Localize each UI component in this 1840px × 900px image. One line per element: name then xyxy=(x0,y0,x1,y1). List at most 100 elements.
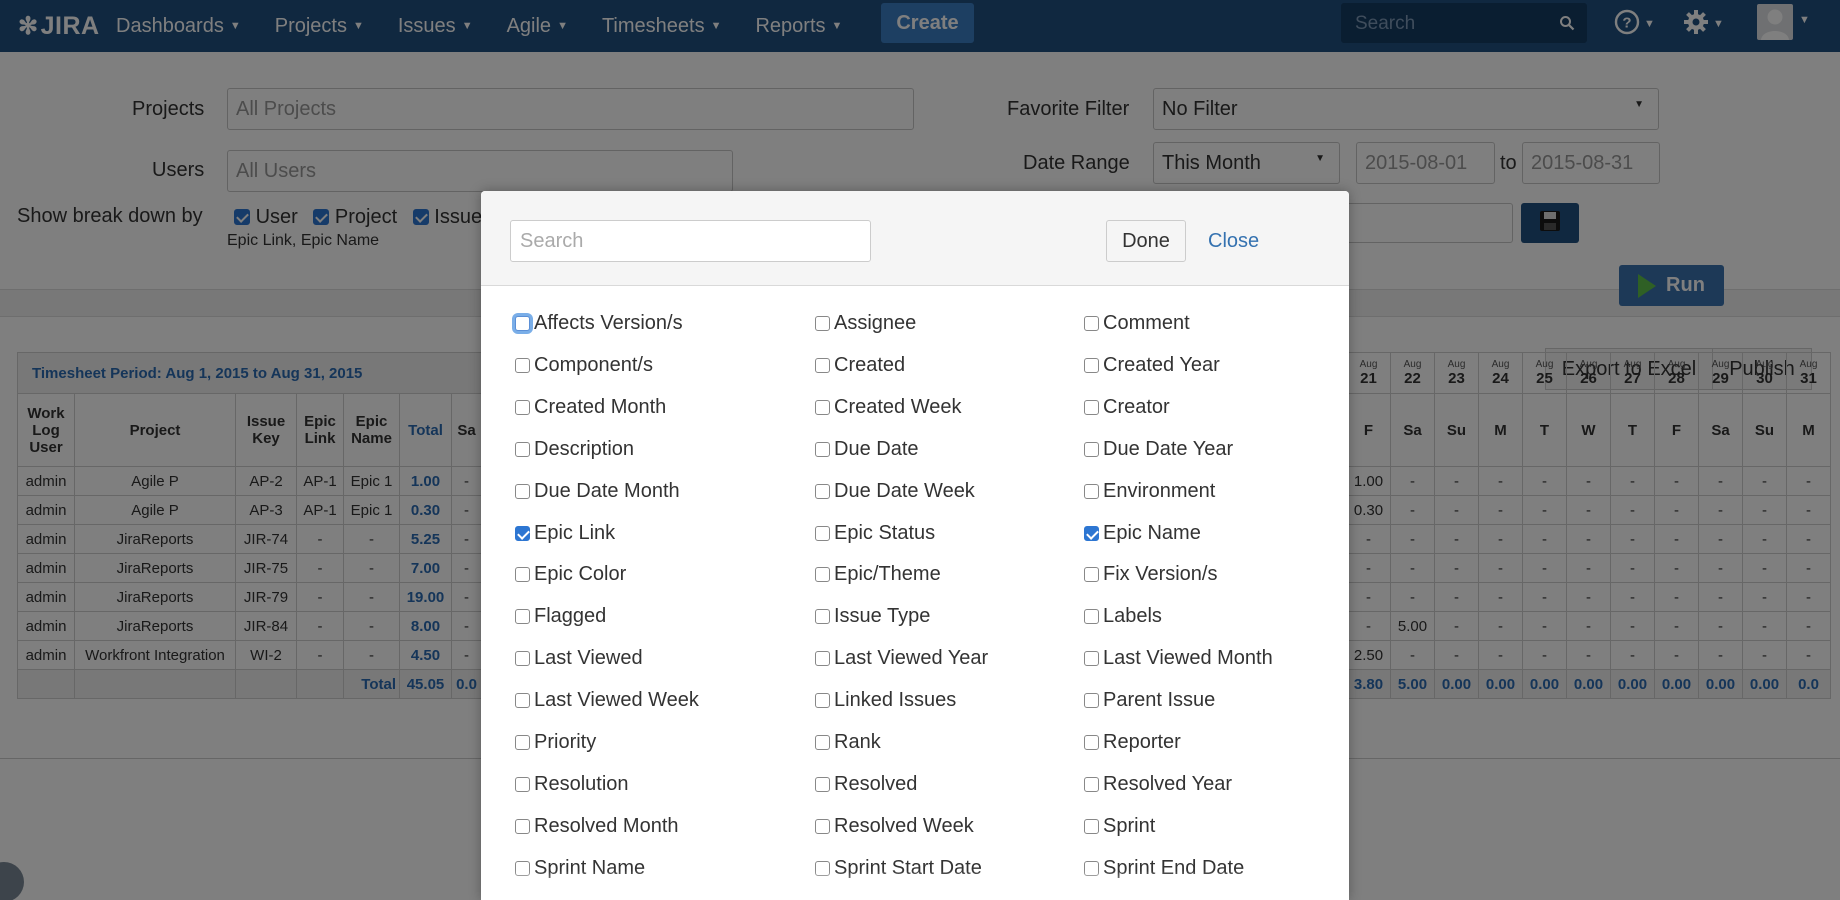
checkbox-icon[interactable] xyxy=(815,315,830,331)
option-resolved-month[interactable]: Resolved Month xyxy=(515,814,679,838)
checkbox-icon[interactable] xyxy=(1084,692,1099,708)
option-priority[interactable]: Priority xyxy=(515,730,596,754)
checkbox-icon[interactable] xyxy=(1084,818,1099,834)
checkbox-icon[interactable] xyxy=(515,315,530,331)
checkbox-icon[interactable] xyxy=(815,399,830,415)
option-last-viewed-week[interactable]: Last Viewed Week xyxy=(515,688,699,712)
option-resolved[interactable]: Resolved xyxy=(815,772,917,796)
checkbox-icon[interactable] xyxy=(1084,399,1099,415)
checkbox-icon[interactable] xyxy=(815,608,830,624)
checkbox-icon[interactable] xyxy=(515,692,530,708)
checkbox-icon[interactable] xyxy=(1084,483,1099,499)
checkbox-icon[interactable] xyxy=(515,650,530,666)
checkbox-icon[interactable] xyxy=(515,483,530,499)
checkbox-icon[interactable] xyxy=(815,357,830,373)
option-created[interactable]: Created xyxy=(815,353,905,377)
option-last-viewed-month[interactable]: Last Viewed Month xyxy=(1084,646,1273,670)
option-label: Resolved Year xyxy=(1103,772,1232,795)
option-environment[interactable]: Environment xyxy=(1084,479,1215,503)
checkbox-icon[interactable] xyxy=(1084,357,1099,373)
close-link[interactable]: Close xyxy=(1208,230,1259,253)
option-label: Priority xyxy=(534,730,597,753)
option-label: Fix Version/s xyxy=(1103,562,1218,585)
option-created-year[interactable]: Created Year xyxy=(1084,353,1220,377)
checkbox-icon[interactable] xyxy=(815,525,830,541)
checkbox-checked-icon[interactable] xyxy=(1084,525,1099,541)
option-epic-theme[interactable]: Epic/Theme xyxy=(815,562,941,586)
option-label: Assignee xyxy=(834,311,917,334)
option-epic-status[interactable]: Epic Status xyxy=(815,521,935,545)
option-created-week[interactable]: Created Week xyxy=(815,395,961,419)
option-epic-link[interactable]: Epic Link xyxy=(515,521,615,545)
option-epic-color[interactable]: Epic Color xyxy=(515,562,626,586)
checkbox-icon[interactable] xyxy=(815,566,830,582)
dialog-search-placeholder: Search xyxy=(520,229,584,252)
option-label: Last Viewed Week xyxy=(534,688,699,711)
option-parent-issue[interactable]: Parent Issue xyxy=(1084,688,1215,712)
checkbox-checked-icon[interactable] xyxy=(515,525,530,541)
option-label: Created xyxy=(834,353,906,376)
option-due-date-year[interactable]: Due Date Year xyxy=(1084,437,1233,461)
option-label: Rank xyxy=(834,730,881,753)
checkbox-icon[interactable] xyxy=(1084,566,1099,582)
checkbox-icon[interactable] xyxy=(515,818,530,834)
checkbox-icon[interactable] xyxy=(1084,734,1099,750)
checkbox-icon[interactable] xyxy=(815,692,830,708)
option-label: Description xyxy=(534,437,635,460)
option-due-date[interactable]: Due Date xyxy=(815,437,919,461)
option-issue-type[interactable]: Issue Type xyxy=(815,604,930,628)
checkbox-icon[interactable] xyxy=(815,734,830,750)
option-label: Last Viewed xyxy=(534,646,643,669)
checkbox-icon[interactable] xyxy=(815,818,830,834)
option-reporter[interactable]: Reporter xyxy=(1084,730,1181,754)
checkbox-icon[interactable] xyxy=(1084,315,1099,331)
checkbox-icon[interactable] xyxy=(815,441,830,457)
option-rank[interactable]: Rank xyxy=(815,730,881,754)
checkbox-icon[interactable] xyxy=(515,441,530,457)
option-last-viewed-year[interactable]: Last Viewed Year xyxy=(815,646,988,670)
done-button[interactable]: Done xyxy=(1106,220,1186,262)
option-label: Labels xyxy=(1103,604,1162,627)
option-labels[interactable]: Labels xyxy=(1084,604,1162,628)
option-linked-issues[interactable]: Linked Issues xyxy=(815,688,956,712)
checkbox-icon[interactable] xyxy=(515,357,530,373)
checkbox-icon[interactable] xyxy=(1084,608,1099,624)
option-label: Epic Name xyxy=(1103,521,1201,544)
option-label: Epic Link xyxy=(534,521,616,544)
option-creator[interactable]: Creator xyxy=(1084,395,1170,419)
checkbox-icon[interactable] xyxy=(515,399,530,415)
option-flagged[interactable]: Flagged xyxy=(515,604,606,628)
checkbox-icon[interactable] xyxy=(815,650,830,666)
option-due-date-week[interactable]: Due Date Week xyxy=(815,479,975,503)
checkbox-icon[interactable] xyxy=(1084,776,1099,792)
checkbox-icon[interactable] xyxy=(515,566,530,582)
option-comment[interactable]: Comment xyxy=(1084,311,1190,335)
checkbox-icon[interactable] xyxy=(515,776,530,792)
option-label: Due Date xyxy=(834,437,919,460)
dialog-search-input[interactable]: Search xyxy=(510,220,871,262)
option-component-s[interactable]: Component/s xyxy=(515,353,653,377)
option-due-date-month[interactable]: Due Date Month xyxy=(515,479,680,503)
checkbox-icon[interactable] xyxy=(1084,441,1099,457)
checkbox-icon[interactable] xyxy=(515,734,530,750)
option-description[interactable]: Description xyxy=(515,437,634,461)
checkbox-icon[interactable] xyxy=(515,608,530,624)
option-resolution[interactable]: Resolution xyxy=(515,772,629,796)
checkbox-icon[interactable] xyxy=(1084,650,1099,666)
option-affects-version-s[interactable]: Affects Version/s xyxy=(515,311,683,335)
option-epic-name[interactable]: Epic Name xyxy=(1084,521,1201,545)
option-fix-version-s[interactable]: Fix Version/s xyxy=(1084,562,1217,586)
option-label: Due Date Year xyxy=(1103,437,1234,460)
checkbox-icon[interactable] xyxy=(815,776,830,792)
checkbox-icon[interactable] xyxy=(815,483,830,499)
option-created-month[interactable]: Created Month xyxy=(515,395,666,419)
option-label: Flagged xyxy=(534,604,607,627)
option-resolved-year[interactable]: Resolved Year xyxy=(1084,772,1232,796)
option-last-viewed[interactable]: Last Viewed xyxy=(515,646,643,670)
option-label: Created Week xyxy=(834,395,962,418)
option-label: Last Viewed Month xyxy=(1103,646,1273,669)
option-sprint[interactable]: Sprint xyxy=(1084,814,1155,838)
option-resolved-week[interactable]: Resolved Week xyxy=(815,814,974,838)
option-assignee[interactable]: Assignee xyxy=(815,311,916,335)
option-label: Created Month xyxy=(534,395,667,418)
